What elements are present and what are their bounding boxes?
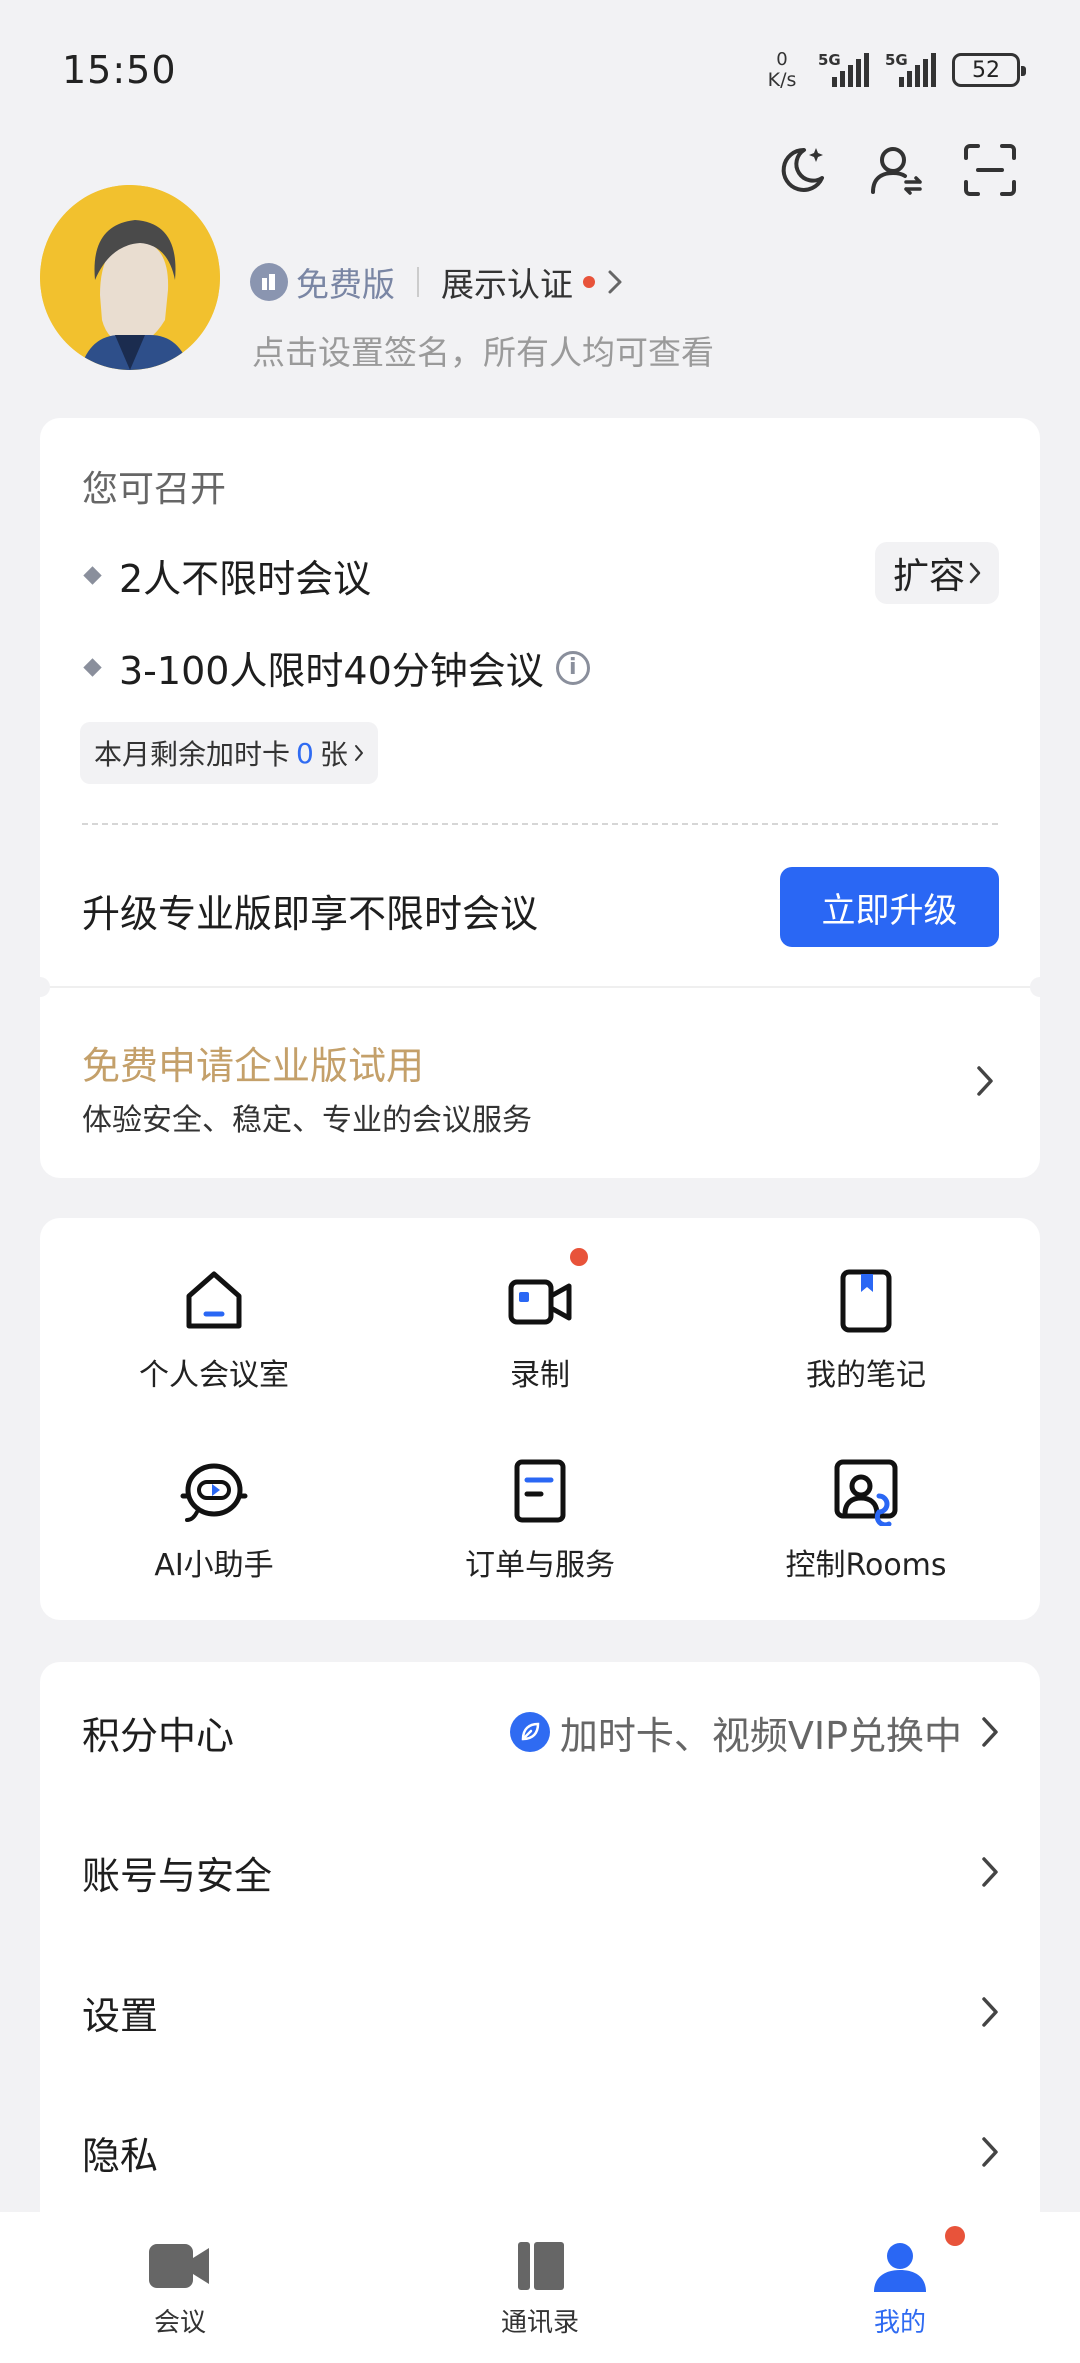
menu-item-label: 积分中心 <box>82 1713 235 1758</box>
bottom-tab-bar: 会议 通讯录 我的 <box>0 2212 1080 2363</box>
leaf-icon <box>509 1712 550 1752</box>
card-split-line <box>40 986 1040 988</box>
grid-item-recording[interactable]: 录制 <box>380 1266 700 1394</box>
divider <box>417 267 419 297</box>
meeting-item-limited: 3-100人限时40分钟会议 i <box>82 640 590 695</box>
card-count-prefix: 本月剩余加时卡 <box>94 738 291 771</box>
tab-me[interactable]: 我的 <box>720 2212 1080 2363</box>
network-speed-value: 0 <box>776 49 788 70</box>
meeting-camera-icon <box>149 2244 209 2288</box>
dark-mode-moon-icon[interactable] <box>774 142 830 198</box>
signature-hint[interactable]: 点击设置签名，所有人均可查看 <box>252 326 714 374</box>
expand-capacity-button[interactable]: 扩容 <box>875 542 999 604</box>
card-count-suffix: 张 <box>319 738 348 771</box>
battery-level: 52 <box>972 57 1000 83</box>
enterprise-trial-subtitle[interactable]: 体验安全、稳定、专业的会议服务 <box>82 1095 532 1139</box>
chevron-right-icon[interactable] <box>975 1064 995 1098</box>
grid-item-label: 录制 <box>510 1358 570 1393</box>
grid-item-label: 我的笔记 <box>806 1358 926 1393</box>
menu-item-account-security[interactable]: 账号与安全 <box>40 1802 1040 1942</box>
menu-item-points-center[interactable]: 积分中心 加时卡、视频VIP兑换中 <box>40 1662 1040 1802</box>
meeting-item-label: 2人不限时会议 <box>119 557 372 601</box>
signal-5g-icon: 5G <box>885 51 936 87</box>
switch-account-icon[interactable] <box>868 142 924 198</box>
chevron-right-icon <box>608 270 622 294</box>
chevron-right-icon <box>982 1997 998 2027</box>
grid-item-rooms-control[interactable]: 控制Rooms <box>706 1456 1026 1584</box>
menu-item-label: 设置 <box>82 1993 159 2038</box>
avatar[interactable] <box>40 185 220 370</box>
avatar-illustration <box>40 185 220 370</box>
orders-icon <box>514 1459 566 1523</box>
network-speed-unit: K/s <box>767 69 797 91</box>
card-count-value: 0 <box>296 736 314 770</box>
notification-dot <box>583 276 595 288</box>
menu-item-label: 账号与安全 <box>82 1853 273 1898</box>
tab-contacts[interactable]: 通讯录 <box>360 2212 720 2363</box>
card-notch <box>1030 977 1050 997</box>
signal2-label: 5G <box>885 51 908 69</box>
recording-camera-icon <box>508 1279 572 1325</box>
notes-icon <box>840 1269 892 1333</box>
upgrade-now-button[interactable]: 立即升级 <box>780 867 999 947</box>
grid-item-orders[interactable]: 订单与服务 <box>380 1456 700 1584</box>
tab-badge-dot <box>945 2226 965 2246</box>
grid-item-label: 个人会议室 <box>139 1358 289 1393</box>
grid-item-personal-room[interactable]: 个人会议室 <box>54 1266 374 1394</box>
menu-item-label: 隐私 <box>82 2133 159 2178</box>
grid-item-label: 订单与服务 <box>465 1548 615 1583</box>
card-notch <box>30 977 50 997</box>
points-promo-text: 加时卡、视频VIP兑换中 <box>559 1713 962 1758</box>
scan-icon[interactable] <box>962 142 1018 198</box>
card-title: 您可召开 <box>82 469 227 510</box>
extra-time-card-count[interactable]: 本月剩余加时卡 0 张 <box>80 722 378 784</box>
chevron-right-icon <box>982 2137 998 2167</box>
ai-assistant-icon <box>180 1463 248 1522</box>
signal1-label: 5G <box>818 51 841 69</box>
enterprise-trial-title[interactable]: 免费申请企业版试用 <box>82 1035 424 1090</box>
bullet-icon <box>83 566 102 585</box>
tab-meetings[interactable]: 会议 <box>0 2212 360 2363</box>
grid-item-notes[interactable]: 我的笔记 <box>706 1266 1026 1394</box>
certification-link[interactable]: 展示认证 <box>441 258 573 306</box>
meeting-item-label: 3-100人限时40分钟会议 <box>119 649 544 693</box>
grid-item-label: 控制Rooms <box>785 1548 947 1583</box>
rooms-control-icon <box>834 1459 898 1526</box>
new-badge-dot <box>570 1248 588 1266</box>
personal-room-icon <box>186 1271 242 1329</box>
points-promo: 加时卡、视频VIP兑换中 <box>509 1705 962 1760</box>
menu-item-privacy[interactable]: 隐私 <box>40 2082 1040 2222</box>
network-speed: 0 K/s <box>762 49 802 91</box>
grid-item-label: AI小助手 <box>154 1548 274 1583</box>
contacts-book-icon <box>518 2242 564 2290</box>
info-icon[interactable]: i <box>555 650 590 685</box>
menu-item-settings[interactable]: 设置 <box>40 1942 1040 2082</box>
expand-label: 扩容 <box>892 556 965 597</box>
chevron-right-icon <box>982 1717 998 1747</box>
meeting-item-unlimited: 2人不限时会议 <box>82 548 371 603</box>
signal-5g-icon: 5G <box>818 51 869 87</box>
chevron-right-icon <box>969 562 981 584</box>
chevron-right-icon <box>354 745 363 761</box>
top-actions <box>774 142 1018 198</box>
chevron-right-icon <box>982 1857 998 1887</box>
profile-person-icon <box>874 2243 926 2292</box>
plan-badge-icon <box>250 263 288 301</box>
grid-item-ai-assistant[interactable]: AI小助手 <box>54 1456 374 1584</box>
upgrade-text: 升级专业版即享不限时会议 <box>82 892 539 936</box>
tab-label: 会议 <box>153 2308 206 2338</box>
tab-label: 通讯录 <box>500 2308 579 2338</box>
status-time: 15:50 <box>62 48 177 92</box>
status-icons: 0 K/s 5G 5G 52 <box>762 49 1026 91</box>
profile-plan-row: 免费版 展示认证 <box>250 258 623 306</box>
tab-label: 我的 <box>873 2308 926 2338</box>
battery-icon: 52 <box>952 53 1026 87</box>
plan-label[interactable]: 免费版 <box>296 258 395 306</box>
bullet-icon <box>83 658 102 677</box>
dashed-divider <box>82 823 998 825</box>
